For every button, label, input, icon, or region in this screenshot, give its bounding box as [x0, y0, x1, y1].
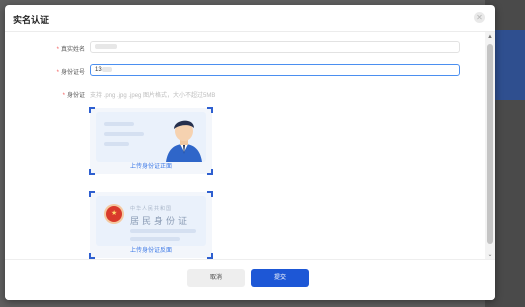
required-mark: *: [56, 70, 59, 76]
upload-idcard-back[interactable]: ★ 中华人民共和国 居民身份证 上传身份证反面: [89, 191, 213, 259]
corner-mark: [207, 107, 213, 113]
cancel-button[interactable]: 取消: [187, 269, 245, 287]
placeholder-line: [130, 237, 180, 241]
placeholder-line: [104, 142, 129, 146]
national-emblem-icon: ★: [106, 206, 122, 222]
dialog-title: 实名认证: [13, 15, 50, 25]
corner-mark: [89, 107, 95, 113]
idnumber-input[interactable]: 13: [90, 64, 460, 76]
dialog-header: 实名认证 ✕: [5, 5, 495, 32]
name-label: * 真实姓名: [25, 44, 85, 53]
dialog-body: * 真实姓名 * 身份证号 13 * 身份证 支持 .png .jpg .jpeg 图…: [5, 32, 485, 260]
upload-front-caption: 上传身份证正面: [129, 164, 172, 170]
idcard-hint: 支持 .png .jpg .jpeg 图片格式，大小不超过5MB: [90, 93, 216, 99]
realname-dialog: 实名认证 ✕ * 真实姓名 * 身份证号 13 * 身份证 支持 .png .jpg …: [5, 5, 495, 300]
idcard-label: * 身份证: [25, 90, 85, 99]
placeholder-line: [104, 132, 144, 136]
required-mark: *: [62, 93, 65, 99]
masked-value: [95, 43, 117, 49]
idnumber-label: * 身份证号: [25, 67, 85, 76]
person-avatar-icon: [166, 120, 202, 162]
name-input[interactable]: [90, 41, 460, 53]
corner-mark: [207, 191, 213, 197]
id-back-country: 中华人民共和国: [130, 206, 173, 212]
upload-idcard-front[interactable]: 上传身份证正面: [89, 107, 213, 175]
dialog-footer: 取消 提交: [5, 259, 495, 300]
submit-button[interactable]: 提交: [251, 269, 309, 287]
required-mark: *: [56, 47, 59, 53]
id-card-front-illustration: [96, 112, 206, 162]
masked-value: [101, 66, 112, 72]
close-icon[interactable]: ✕: [474, 12, 485, 23]
idnumber-label-text: 身份证号: [60, 70, 85, 76]
idcard-label-text: 身份证: [66, 93, 85, 99]
name-label-text: 真实姓名: [60, 47, 85, 53]
placeholder-line: [104, 122, 134, 126]
scroll-up-icon[interactable]: ▲: [485, 32, 495, 42]
id-back-title: 居民身份证: [130, 216, 191, 226]
scroll-thumb[interactable]: [487, 44, 493, 244]
upload-back-caption: 上传身份证反面: [129, 248, 172, 254]
dialog-scrollbar[interactable]: ▲ ⌄: [485, 32, 495, 260]
id-card-back-illustration: ★ 中华人民共和国 居民身份证: [96, 196, 206, 246]
corner-mark: [89, 191, 95, 197]
idnumber-input-value: 13: [95, 67, 102, 73]
placeholder-line: [130, 229, 196, 233]
